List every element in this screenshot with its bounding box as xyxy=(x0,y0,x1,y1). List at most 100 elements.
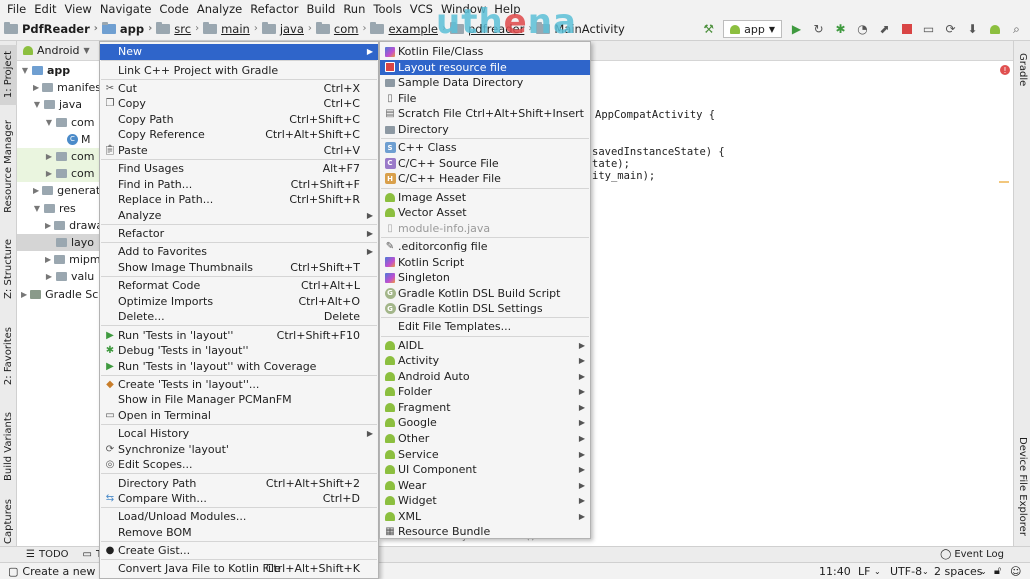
submenu-item-edit-file-templates[interactable]: Edit File Templates... xyxy=(380,319,590,335)
warning-marker[interactable] xyxy=(999,181,1009,183)
tab-build-variants[interactable]: Build Variants xyxy=(0,406,17,486)
menu-item-new[interactable]: New ▶ xyxy=(100,44,378,60)
submenu-item-directory[interactable]: Directory xyxy=(380,122,590,138)
submenu-item-c-class[interactable]: S C++ Class xyxy=(380,140,590,156)
menu-build[interactable]: Build xyxy=(302,2,339,16)
menu-item-paste[interactable]: 📋︎ Paste Ctrl+V xyxy=(100,143,378,159)
breadcrumb-item[interactable]: MainActivity xyxy=(536,21,625,36)
lock-icon[interactable]: 🔓︎ xyxy=(994,564,1001,578)
stop-icon[interactable] xyxy=(899,22,914,37)
tab-todo[interactable]: ☰ TODO xyxy=(26,549,69,560)
menu-window[interactable]: Window xyxy=(437,2,490,16)
tab-gradle[interactable]: Gradle xyxy=(1014,47,1030,92)
menu-item-copy-path[interactable]: Copy Path Ctrl+Shift+C xyxy=(100,112,378,128)
menu-refactor[interactable]: Refactor xyxy=(246,2,302,16)
submenu-item-folder[interactable]: Folder ▶ xyxy=(380,384,590,400)
submenu-item-gradle-kotlin-dsl-settings[interactable]: G Gradle Kotlin DSL Settings xyxy=(380,301,590,317)
event-log-button[interactable]: ◯ Event Log xyxy=(940,549,1004,560)
menu-item-cut[interactable]: ✂ Cut Ctrl+X xyxy=(100,81,378,97)
submenu-item-vector-asset[interactable]: Vector Asset xyxy=(380,205,590,221)
search-icon[interactable]: ⌕ xyxy=(1009,22,1024,37)
menu-view[interactable]: View xyxy=(61,2,96,16)
breadcrumb-item[interactable]: main › xyxy=(203,21,258,36)
tree-item-java[interactable]: ▼ java xyxy=(17,96,99,113)
submenu-item-c-c-header-file[interactable]: H C/C++ Header File xyxy=(380,171,590,187)
menu-item-remove-bom[interactable]: Remove BOM xyxy=(100,525,378,541)
tree-item-mipmap[interactable]: ▶ mipm xyxy=(17,251,99,268)
submenu-item-gradle-kotlin-dsl-build-script[interactable]: G Gradle Kotlin DSL Build Script xyxy=(380,285,590,301)
submenu-item-file[interactable]: ▯ File xyxy=(380,91,590,107)
build-hammer-icon[interactable]: ⚒ xyxy=(701,22,716,37)
cursor-position[interactable]: 11:40 xyxy=(819,565,851,578)
submenu-item-activity[interactable]: Activity ▶ xyxy=(380,353,590,369)
tree-item-drawable[interactable]: ▶drawa xyxy=(17,217,99,234)
menu-item-edit-scopes[interactable]: ◎ Edit Scopes... xyxy=(100,457,378,473)
tree-item-app[interactable]: ▼ app xyxy=(17,62,99,79)
submenu-item-sample-data-directory[interactable]: Sample Data Directory xyxy=(380,75,590,91)
menu-item-create-tests-in-layout[interactable]: ◆ Create 'Tests in 'layout''... xyxy=(100,377,378,393)
menu-item-find-in-path[interactable]: Find in Path... Ctrl+Shift+F xyxy=(100,177,378,193)
tree-item-package[interactable]: ▼ com xyxy=(17,114,99,131)
breadcrumb-item[interactable]: java › xyxy=(261,21,312,36)
tree-item-package-androidtest[interactable]: ▶ com xyxy=(17,165,99,183)
submenu-item-fragment[interactable]: Fragment ▶ xyxy=(380,400,590,416)
submenu-item-wear[interactable]: Wear ▶ xyxy=(380,477,590,493)
submenu-item-aidl[interactable]: AIDL ▶ xyxy=(380,337,590,353)
tree-item-manifests[interactable]: ▶manifests xyxy=(17,79,99,96)
menu-item-synchronize-layout[interactable]: ⟳ Synchronize 'layout' xyxy=(100,442,378,458)
menu-navigate[interactable]: Navigate xyxy=(96,2,156,16)
menu-item-analyze[interactable]: Analyze ▶ xyxy=(100,208,378,224)
tab-project[interactable]: 1: Project xyxy=(0,45,17,105)
menu-item-reformat-code[interactable]: Reformat Code Ctrl+Alt+L xyxy=(100,278,378,294)
run-icon[interactable]: ▶ xyxy=(789,22,804,37)
menu-item-find-usages[interactable]: Find Usages Alt+F7 xyxy=(100,161,378,177)
submenu-item-scratch-file[interactable]: ▤ Scratch File Ctrl+Alt+Shift+Insert xyxy=(380,106,590,122)
breadcrumb-item[interactable]: PdfReader › xyxy=(4,21,98,36)
menu-item-show-in-file-manager-pcmanfm[interactable]: Show in File Manager PCManFM xyxy=(100,392,378,408)
menu-help[interactable]: Help xyxy=(490,2,524,16)
tab-device-file-explorer[interactable]: Device File Explorer xyxy=(1014,429,1030,544)
menu-code[interactable]: Code xyxy=(155,2,192,16)
menu-item-debug-tests-in-layout[interactable]: ✱ Debug 'Tests in 'layout'' xyxy=(100,343,378,359)
tree-item-gradle-scripts[interactable]: ▶Gradle Scripts xyxy=(17,285,99,302)
submenu-item-singleton[interactable]: Singleton xyxy=(380,270,590,286)
menu-item-link-c-project-with-gradle[interactable]: Link C++ Project with Gradle xyxy=(100,62,378,78)
submenu-item-google[interactable]: Google ▶ xyxy=(380,415,590,431)
error-icon[interactable]: ! xyxy=(1000,65,1010,75)
menu-item-create-gist[interactable]: ● Create Gist... xyxy=(100,543,378,559)
menu-file[interactable]: File xyxy=(3,2,30,16)
line-separator[interactable]: LF xyxy=(858,565,870,578)
menu-item-convert-java-file-to-kotlin-file[interactable]: Convert Java File to Kotlin File Ctrl+Alt… xyxy=(100,561,378,577)
menu-item-local-history[interactable]: Local History ▶ xyxy=(100,426,378,442)
tree-item-generated[interactable]: ▶ generat xyxy=(17,182,99,199)
avd-manager-icon[interactable]: ▭ xyxy=(921,22,936,37)
breadcrumb-item[interactable]: app › xyxy=(101,21,152,36)
menu-analyze[interactable]: Analyze xyxy=(193,2,246,16)
tab-favorites[interactable]: 2: Favorites xyxy=(0,319,17,394)
debug-icon[interactable]: ✱ xyxy=(833,22,848,37)
submenu-item-resource-bundle[interactable]: ▦ Resource Bundle xyxy=(380,524,590,540)
menu-item-delete[interactable]: Delete... Delete xyxy=(100,309,378,325)
submenu-item-xml[interactable]: XML ▶ xyxy=(380,508,590,524)
menu-item-directory-path[interactable]: Directory Path Ctrl+Alt+Shift+2 xyxy=(100,475,378,491)
submenu-item-image-asset[interactable]: Image Asset xyxy=(380,189,590,205)
tab-structure[interactable]: Z: Structure xyxy=(0,231,17,306)
tab-captures[interactable]: Captures xyxy=(0,499,17,544)
menu-edit[interactable]: Edit xyxy=(30,2,60,16)
menu-run[interactable]: Run xyxy=(339,2,369,16)
submenu-item-android-auto[interactable]: Android Auto ▶ xyxy=(380,369,590,385)
menu-item-refactor[interactable]: Refactor ▶ xyxy=(100,226,378,242)
tab-resource-manager[interactable]: Resource Manager xyxy=(0,120,17,213)
submenu-item-kotlin-script[interactable]: Kotlin Script xyxy=(380,254,590,270)
apply-changes-icon[interactable]: ↻ xyxy=(811,22,826,37)
submenu-item-other[interactable]: Other ▶ xyxy=(380,431,590,447)
submenu-item-kotlin-file-class[interactable]: Kotlin File/Class xyxy=(380,44,590,60)
submenu-item-ui-component[interactable]: UI Component ▶ xyxy=(380,462,590,478)
tree-item-layout[interactable]: layo xyxy=(17,233,99,252)
menu-vcs[interactable]: VCS xyxy=(406,2,437,16)
menu-tools[interactable]: Tools xyxy=(369,2,405,16)
profile-icon[interactable]: ◔ xyxy=(855,22,870,37)
breadcrumb-item[interactable]: src › xyxy=(156,21,199,36)
attach-debugger-icon[interactable]: ⬈ xyxy=(877,22,892,37)
project-view-selector[interactable]: Android ▼ xyxy=(17,41,99,61)
